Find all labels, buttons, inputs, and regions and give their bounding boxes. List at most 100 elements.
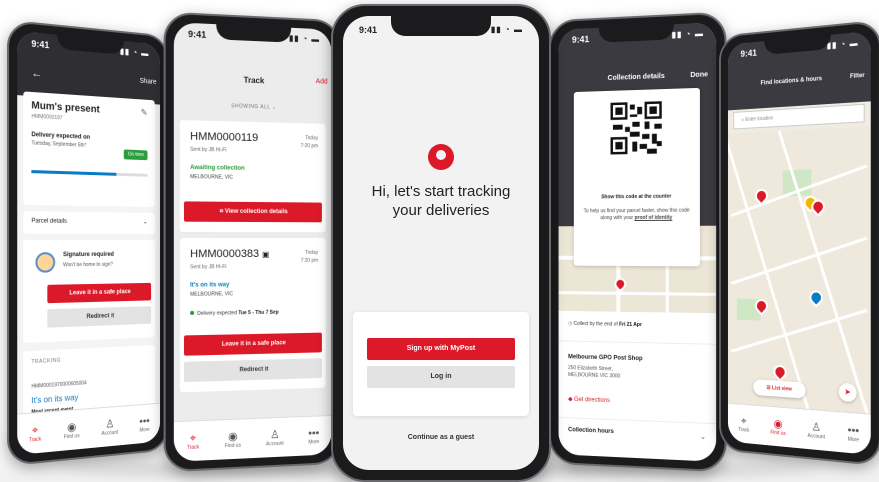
parcel-time: Today 7:20 pm — [301, 249, 318, 265]
tab-label: Account — [808, 432, 826, 440]
signature-title: Signature required — [63, 252, 114, 258]
tab-find-us[interactable]: ◉ Find us — [225, 430, 241, 449]
tab-label: Find us — [225, 442, 241, 449]
auth-panel: Sign up with MyPost Log in — [353, 312, 529, 416]
collect-prefix: Collect by the end of — [574, 321, 619, 328]
headline-line-1: Hi, let's start tracking — [372, 183, 511, 200]
page-title: Track — [174, 73, 332, 88]
continue-as-guest-link[interactable]: Continue as a guest — [343, 434, 539, 441]
parcel-summary-card: Mum's present HMM0000197 ✎ Delivery expe… — [23, 91, 154, 207]
tab-track[interactable]: ⌖ Track — [29, 424, 41, 444]
share-button[interactable]: Share — [140, 78, 157, 86]
phone-welcome: 9:41 ▮▮ ◔ ▬ Hi, let's start tracking you… — [331, 4, 551, 482]
tab-more[interactable]: ••• More — [848, 424, 860, 443]
parcel-day: Today — [305, 135, 318, 141]
parcel-details-label: Parcel details — [31, 218, 67, 224]
parcel-card[interactable]: HMM0000119 Today 7:20 pm Sent by JB Hi-Fi… — [180, 120, 326, 232]
marketing-stage: 9:41 ▮▮ ◔ ▬ ← Share Mum's present HMM000… — [0, 0, 879, 482]
login-button[interactable]: Log in — [367, 366, 515, 388]
filter-dropdown[interactable]: SHOWING ALL ⌄ — [174, 102, 332, 113]
signal-battery-icon: ▮▮ ◔ ▬ — [120, 47, 149, 59]
get-directions-link[interactable]: ◆ Get directions — [568, 396, 610, 404]
phone-find-locations: 9:41 ▮▮ ◔ ▬ Find locations & hours Filte… — [719, 20, 879, 467]
chevron-down-icon: ⌄ — [700, 433, 706, 441]
tab-account[interactable]: ♙ Account — [808, 420, 826, 440]
tab-more[interactable]: ••• More — [139, 415, 149, 433]
tab-label: More — [308, 439, 319, 445]
track-list-screen: 9:41 ▮▮ ◔ ▬ Track Add SHOWING ALL ⌄ HMM0… — [174, 22, 332, 462]
delivery-range: Tue 5 - Thu 7 Sep — [238, 310, 278, 317]
proof-of-identity-link[interactable]: proof of identity — [635, 215, 673, 221]
list-icon: ☰ — [767, 385, 771, 391]
signup-button[interactable]: Sign up with MyPost — [367, 338, 515, 360]
parcel-hour: 7:20 pm — [301, 258, 318, 264]
locate-me-icon[interactable]: ➤ — [839, 383, 857, 403]
clock-icon: ◷ — [568, 321, 572, 327]
parcel-location: MELBOURNE, VIC — [190, 291, 233, 298]
signal-battery-icon: ▮▮ ◔ ▬ — [491, 25, 523, 35]
parcel-time: Today 7:20 pm — [301, 134, 318, 150]
map-view[interactable] — [728, 126, 871, 414]
parcel-id: HMM0000383 ▣ — [190, 248, 269, 260]
more-icon: ••• — [139, 415, 149, 428]
tracking-label: TRACKING — [31, 353, 147, 365]
parcel-card[interactable]: HMM0000383 ▣ Today 7:20 pm Sent by JB Hi-… — [180, 238, 326, 392]
status-dot-icon — [190, 311, 194, 315]
map-pin-icon[interactable] — [612, 275, 629, 292]
view-collection-button[interactable]: ⌗ View collection details — [184, 201, 322, 222]
safe-place-button[interactable]: Leave it in a safe place — [184, 333, 322, 356]
chevron-down-icon: ⌄ — [272, 105, 277, 111]
signal-battery-icon: ▮▮ ◔ ▬ — [672, 29, 704, 41]
parcel-status: It's on its way — [190, 282, 229, 288]
tab-label: Account — [266, 440, 284, 447]
qr-code-icon — [611, 101, 662, 154]
tab-account[interactable]: ♙ Account — [266, 428, 284, 447]
parcel-detail-screen: 9:41 ▮▮ ◔ ▬ ← Share Mum's present HMM000… — [17, 31, 160, 455]
collect-by-row: ◷ Collect by the end of Fri 21 Apr — [568, 321, 642, 328]
tab-bar: ⌖ Track ◉ Find us ♙ Account ••• More — [174, 415, 332, 462]
qr-title: Show this code at the counter — [574, 193, 700, 200]
more-icon: ••• — [308, 427, 319, 439]
tab-find-us[interactable]: ◉ Find us — [770, 417, 785, 436]
tab-account[interactable]: ♙ Account — [101, 417, 118, 436]
status-time: 9:41 — [188, 29, 206, 40]
status-badge: On time — [124, 149, 147, 160]
edit-pencil-icon[interactable]: ✎ — [141, 107, 148, 118]
done-button[interactable]: Done — [690, 71, 708, 79]
tab-label: More — [139, 426, 149, 433]
redirect-button[interactable]: Redirect it — [47, 306, 151, 327]
parcel-details-row[interactable]: Parcel details ⌄ — [23, 211, 154, 234]
directions-icon: ◆ — [568, 397, 572, 403]
add-button[interactable]: Add — [316, 78, 328, 85]
map-road — [731, 237, 868, 285]
collection-hours-label[interactable]: Collection hours — [568, 427, 614, 435]
map-pin-icon: ◉ — [774, 418, 783, 431]
avatar — [35, 252, 55, 273]
safe-place-button[interactable]: Leave it in a safe place — [47, 283, 151, 303]
track-icon: ⌖ — [190, 432, 196, 444]
status-time: 9:41 — [31, 38, 49, 50]
parcel-hour: 7:20 pm — [301, 143, 318, 149]
tab-label: More — [848, 436, 859, 443]
package-icon: ▣ — [262, 250, 269, 259]
chevron-down-icon: ⌄ — [143, 219, 148, 226]
parcel-id-text: HMM0000383 — [190, 248, 259, 260]
redirect-button[interactable]: Redirect it — [184, 358, 322, 382]
tab-more[interactable]: ••• More — [308, 427, 319, 445]
tab-label: Find us — [770, 429, 785, 436]
tab-track[interactable]: ⌖ Track — [187, 432, 199, 451]
tab-label: Track — [187, 444, 199, 451]
status-time: 9:41 — [359, 25, 377, 35]
back-arrow-icon[interactable]: ← — [31, 67, 42, 80]
tab-track[interactable]: ⌖ Track — [738, 415, 749, 434]
filter-button[interactable]: Filter — [850, 73, 865, 80]
parcel-collect-pin-icon[interactable] — [807, 287, 826, 307]
directions-label: Get directions — [574, 397, 610, 404]
tab-find-us[interactable]: ◉ Find us — [64, 420, 80, 440]
status-time: 9:41 — [741, 48, 757, 59]
post-office-pin-icon[interactable] — [771, 362, 790, 382]
account-icon: ♙ — [811, 421, 821, 434]
headline-line-2: your deliveries — [393, 202, 490, 219]
filter-label: SHOWING ALL — [231, 103, 270, 110]
collect-date: Fri 21 Apr — [619, 322, 642, 328]
